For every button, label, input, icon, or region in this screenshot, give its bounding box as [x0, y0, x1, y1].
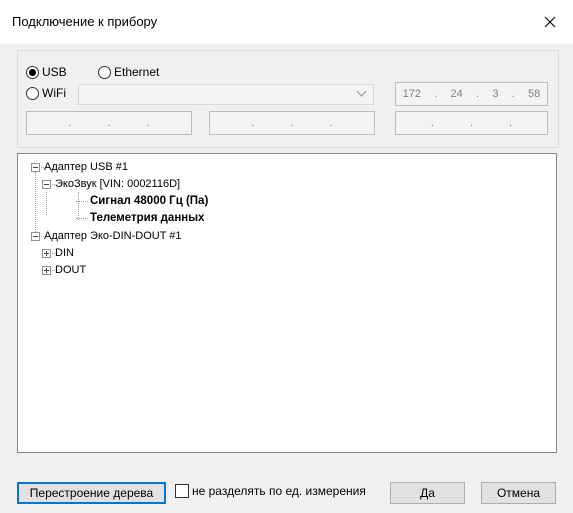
ip-octet-1: 172	[402, 88, 421, 100]
tree-node-signal[interactable]: Сигнал 48000 Гц (Па)	[76, 195, 208, 207]
ip-field-empty-1[interactable]: . . .	[26, 111, 192, 135]
tree-node-label: Сигнал 48000 Гц (Па)	[90, 195, 209, 207]
ip-field-empty-3[interactable]: . . .	[395, 111, 548, 135]
plus-expander-icon[interactable]	[42, 248, 51, 258]
usb-radio[interactable]: USB	[26, 65, 67, 79]
ok-button[interactable]: Да	[390, 482, 465, 504]
title-bar: Подключение к прибору	[0, 0, 573, 44]
ip-dot: .	[509, 117, 513, 129]
ip-dot: .	[511, 88, 515, 100]
tree-node-label: DOUT	[55, 264, 87, 276]
ethernet-radio-circle[interactable]	[98, 65, 111, 79]
tree-node-telemetry[interactable]: Телеметрия данных	[76, 212, 204, 224]
tree-line	[46, 192, 47, 215]
tree-node-ecozvuk[interactable]: ЭкоЗвук [VIN: 0002116D]	[42, 178, 180, 190]
tree-node-adapter-usb[interactable]: Адаптер USB #1	[31, 161, 128, 173]
wifi-network-select[interactable]	[78, 84, 374, 105]
usb-radio-label: USB	[42, 65, 67, 79]
tree-node-label: ЭкоЗвук [VIN: 0002116D]	[55, 178, 181, 190]
ip-dot: .	[469, 117, 474, 129]
rebuild-tree-button[interactable]: Перестроение дерева	[17, 482, 166, 504]
close-button[interactable]	[527, 0, 573, 44]
tree-node-label: Телеметрия данных	[90, 212, 205, 224]
usb-radio-circle[interactable]	[26, 65, 39, 79]
ethernet-radio-label: Ethernet	[114, 65, 160, 79]
ip-octet-3: 3	[492, 88, 499, 100]
ip-dot: .	[107, 117, 111, 129]
ip-field-empty-2[interactable]: . . .	[209, 111, 375, 135]
ip-dot: .	[251, 117, 255, 129]
device-tree[interactable]: Адаптер USB #1 ЭкоЗвук [VIN: 0002116D] С…	[17, 153, 557, 453]
tree-node-dout[interactable]: DOUT	[42, 264, 86, 276]
ip-dot: .	[290, 117, 294, 129]
ethernet-radio[interactable]: Ethernet	[98, 65, 159, 79]
ip-address-field[interactable]: 172 . 24 . 3 . 58	[395, 82, 548, 106]
tree-node-label: Адаптер USB #1	[44, 161, 128, 173]
close-icon	[544, 16, 556, 28]
no-split-units-label: не разделять по ед. измерения	[192, 484, 366, 498]
ip-dot: .	[430, 117, 434, 129]
ip-octet-2: 24	[450, 88, 463, 100]
connect-dialog: Подключение к прибору USB Ethernet WiFi …	[0, 0, 573, 513]
tree-node-adapter-din-dout[interactable]: Адаптер Эко-DIN-DOUT #1	[31, 230, 182, 242]
cancel-button[interactable]: Отмена	[481, 482, 556, 504]
ip-dot: .	[68, 117, 72, 129]
wifi-radio-label: WiFi	[42, 86, 66, 100]
ip-octet-4: 58	[528, 88, 541, 100]
ip-dot: .	[146, 117, 150, 129]
tree-node-label: DIN	[55, 247, 74, 259]
tree-line	[76, 217, 88, 219]
tree-node-label: Адаптер Эко-DIN-DOUT #1	[44, 230, 182, 242]
minus-expander-icon[interactable]	[31, 162, 40, 172]
tree-line	[76, 200, 88, 202]
wifi-radio[interactable]: WiFi	[26, 86, 66, 100]
ip-dot: .	[476, 88, 480, 100]
ip-dot: .	[329, 117, 333, 129]
window-title: Подключение к прибору	[12, 14, 158, 29]
ip-dot: .	[434, 88, 438, 100]
no-split-units-checkbox[interactable]: не разделять по ед. измерения	[175, 484, 366, 498]
minus-expander-icon[interactable]	[31, 231, 40, 241]
chevron-down-icon	[356, 90, 367, 97]
wifi-radio-circle[interactable]	[26, 86, 39, 100]
minus-expander-icon[interactable]	[42, 179, 51, 189]
plus-expander-icon[interactable]	[42, 265, 51, 275]
tree-node-din[interactable]: DIN	[42, 247, 74, 259]
no-split-units-box[interactable]	[175, 484, 189, 498]
